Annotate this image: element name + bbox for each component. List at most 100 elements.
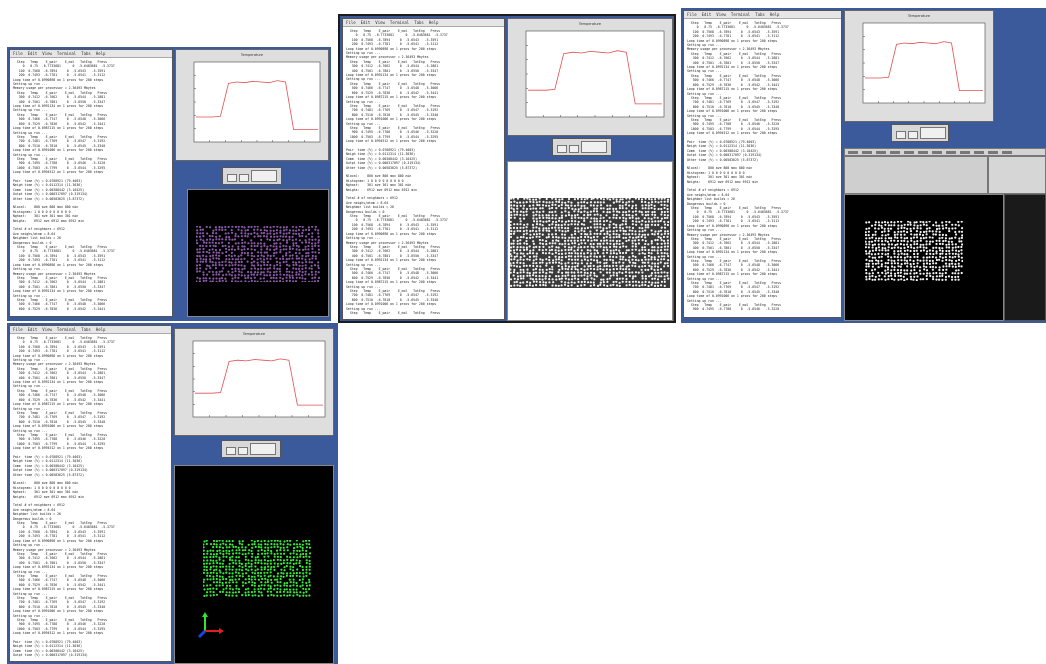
terminal-window[interactable]: File Edit View Terminal Tabs Help Step Temp E… — [9, 49, 173, 317]
plot-window[interactable]: Temperature — [844, 10, 994, 122]
atom-visualization-window[interactable] — [174, 465, 334, 664]
vmd-menu-item[interactable] — [988, 151, 998, 154]
atom — [589, 210, 592, 213]
terminal-menu-item[interactable]: Help — [96, 51, 106, 56]
vmd-tool-panel[interactable] — [988, 156, 1046, 194]
plot-window[interactable]: Temperature — [175, 49, 329, 161]
atom — [615, 245, 618, 248]
terminal-menu-item[interactable]: Edit — [702, 12, 712, 17]
vmd-menu-item[interactable] — [960, 151, 970, 154]
terminal-menu-item[interactable]: View — [375, 20, 385, 25]
atom — [225, 549, 228, 552]
vmd-menu-item[interactable] — [932, 151, 942, 154]
terminal-menu-item[interactable]: Terminal — [390, 20, 409, 25]
terminal-menu-item[interactable]: Help — [770, 12, 780, 17]
plot-control-dialog[interactable] — [222, 167, 282, 185]
terminal-window[interactable]: File Edit View Terminal Tabs Help Step Temp E… — [9, 325, 172, 662]
atom-visualization-window[interactable] — [844, 194, 1004, 321]
terminal-menu-item[interactable]: Edit — [28, 51, 38, 56]
dialog-button[interactable] — [238, 447, 248, 455]
dialog-button[interactable] — [226, 447, 236, 455]
atom — [279, 276, 282, 279]
atom — [241, 543, 244, 546]
dialog-button[interactable] — [239, 174, 249, 182]
terminal-menu-item[interactable]: View — [42, 327, 52, 332]
atom — [593, 213, 596, 216]
terminal-menu-item[interactable]: Tabs — [81, 51, 91, 56]
atom — [301, 225, 304, 228]
vmd-menu-item[interactable] — [1002, 151, 1012, 154]
atom — [267, 575, 270, 578]
plot-window[interactable]: Temperature — [507, 18, 673, 136]
atom — [539, 242, 542, 245]
screenshot-thumbnail-3[interactable]: File Edit View Terminal Tabs Help Step Temp E… — [681, 8, 1046, 323]
side-toolbar-panel[interactable] — [1004, 194, 1046, 321]
screenshot-thumbnail-1[interactable]: File Edit View Terminal Tabs Help Step Temp E… — [7, 47, 331, 321]
dialog-button[interactable] — [557, 145, 567, 153]
terminal-menu-item[interactable]: Tabs — [755, 12, 765, 17]
atom — [208, 270, 211, 273]
dialog-field[interactable] — [251, 170, 277, 182]
plot-control-dialog[interactable] — [891, 124, 949, 142]
terminal-menu-item[interactable]: Help — [96, 327, 106, 332]
vmd-menu-item[interactable] — [862, 151, 872, 154]
atom — [922, 272, 925, 275]
terminal-menu-item[interactable]: Tabs — [414, 20, 424, 25]
vmd-menu-item[interactable] — [946, 151, 956, 154]
vmd-main-panel[interactable] — [844, 156, 988, 194]
dialog-button[interactable] — [896, 131, 906, 139]
terminal-menu-item[interactable]: Terminal — [731, 12, 750, 17]
screenshot-thumbnail-4[interactable]: File Edit View Terminal Tabs Help Step Temp E… — [7, 323, 338, 664]
terminal-menu-item[interactable]: File — [13, 51, 23, 56]
atom-visualization-window[interactable] — [187, 189, 329, 317]
atom — [600, 230, 603, 233]
terminal-menu-item[interactable]: File — [687, 12, 697, 17]
atom — [535, 265, 539, 268]
terminal-menu-item[interactable]: File — [13, 327, 23, 332]
terminal-menu-item[interactable]: Tabs — [81, 327, 91, 332]
atom — [519, 256, 522, 259]
vmd-main-menubar[interactable] — [844, 148, 1046, 156]
dialog-field[interactable] — [920, 127, 946, 139]
terminal-menu-item[interactable]: View — [716, 12, 726, 17]
vmd-menu-item[interactable] — [974, 151, 984, 154]
atom — [644, 229, 647, 232]
vmd-menu-item[interactable] — [918, 151, 928, 154]
atom — [310, 261, 314, 264]
terminal-menu-item[interactable]: Terminal — [57, 51, 76, 56]
vmd-menu-item[interactable] — [848, 151, 858, 154]
atom — [618, 277, 621, 280]
terminal-menu-item[interactable]: Edit — [361, 20, 371, 25]
dialog-field[interactable] — [250, 443, 276, 455]
atom — [225, 280, 228, 283]
terminal-menu-item[interactable]: Help — [429, 20, 439, 25]
atom — [602, 229, 605, 232]
terminal-menu-item[interactable]: File — [346, 20, 356, 25]
dialog-button[interactable] — [569, 145, 579, 153]
dialog-button[interactable] — [227, 174, 237, 182]
atom — [893, 266, 896, 269]
atom — [522, 211, 525, 214]
atom — [635, 284, 638, 287]
plot-control-dialog[interactable] — [221, 440, 281, 458]
dialog-field[interactable] — [581, 141, 607, 153]
vmd-menu-item[interactable] — [904, 151, 914, 154]
plot-control-dialog[interactable] — [552, 138, 612, 156]
terminal-menu-item[interactable]: View — [42, 51, 52, 56]
screenshot-thumbnail-2[interactable]: File Edit View Terminal Tabs Help Step Temp E… — [338, 14, 676, 323]
atom — [659, 229, 663, 232]
terminal-window[interactable]: File Edit View Terminal Tabs Help Step Temp E… — [342, 18, 505, 320]
vmd-menu-item[interactable] — [876, 151, 886, 154]
atom — [202, 571, 205, 574]
atom — [622, 261, 625, 264]
terminal-window[interactable]: File Edit View Terminal Tabs Help Step Temp E… — [683, 10, 842, 318]
dialog-button[interactable] — [908, 131, 918, 139]
vmd-menu-item[interactable] — [890, 151, 900, 154]
atom — [509, 232, 513, 236]
plot-window[interactable]: Temperature — [174, 328, 334, 436]
atom — [547, 214, 550, 217]
atom — [660, 246, 663, 249]
terminal-menu-item[interactable]: Terminal — [57, 327, 76, 332]
atom-visualization-window[interactable] — [507, 161, 673, 321]
terminal-menu-item[interactable]: Edit — [28, 327, 38, 332]
